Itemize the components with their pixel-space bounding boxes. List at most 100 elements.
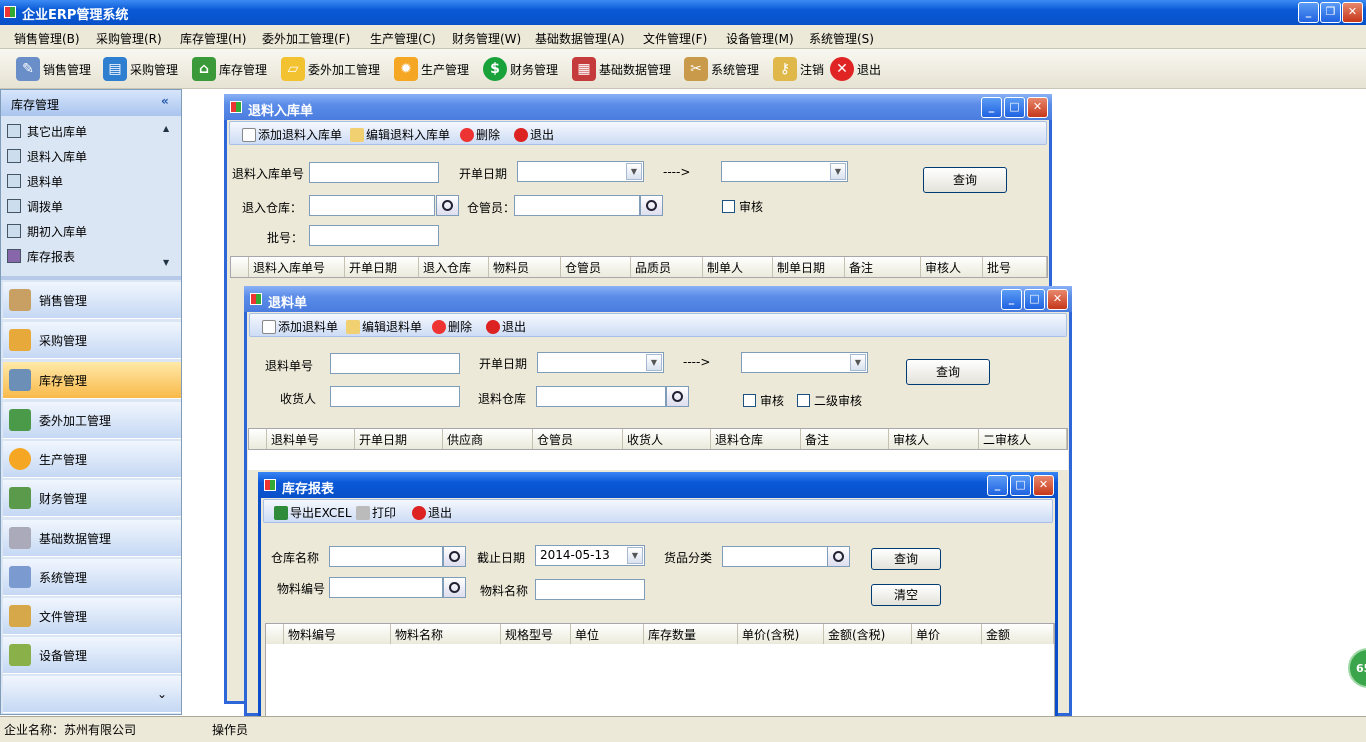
toolbar-logout-button[interactable]: ⚷ 注销: [773, 55, 824, 83]
receiver-input[interactable]: [330, 386, 460, 407]
column-header[interactable]: 审核人: [921, 257, 983, 277]
material-code-input[interactable]: [329, 577, 443, 598]
toolbar-purchase-button[interactable]: ▤ 采购管理: [103, 55, 178, 83]
return-no-input[interactable]: [330, 353, 460, 374]
sidebar-item-inventory-report[interactable]: 库存报表: [7, 245, 75, 267]
toolbar-inventory-button[interactable]: ⌂ 库存管理: [192, 55, 267, 83]
close-button[interactable]: ✕: [1033, 475, 1054, 496]
second-audit-checkbox[interactable]: 二级审核: [797, 392, 862, 409]
column-header[interactable]: 仓管员: [533, 429, 623, 449]
category-input[interactable]: [722, 546, 828, 567]
column-header[interactable]: 库存数量: [644, 624, 738, 644]
print-button[interactable]: 打印: [356, 504, 396, 521]
column-header[interactable]: 制单日期: [773, 257, 845, 277]
menu-equipment[interactable]: 设备管理(M): [726, 30, 794, 47]
toolbar-basic-data-button[interactable]: ▦ 基础数据管理: [572, 55, 671, 83]
export-excel-button[interactable]: 导出EXCEL: [274, 504, 352, 521]
warehouse-input[interactable]: [536, 386, 666, 407]
warehouse-search-button[interactable]: [666, 386, 689, 407]
nav-inventory[interactable]: 库存管理: [3, 362, 181, 399]
date-to-select[interactable]: ▼: [741, 352, 868, 373]
sidebar-item-opening-inbound[interactable]: 期初入库单: [7, 220, 87, 242]
toolbar-system-button[interactable]: ✂ 系统管理: [684, 55, 759, 83]
column-header[interactable]: 金额(含税): [824, 624, 912, 644]
date-from-select[interactable]: ▼: [517, 161, 644, 182]
column-header[interactable]: 金额: [982, 624, 1054, 644]
column-header[interactable]: 备注: [801, 429, 889, 449]
cutoff-date-picker[interactable]: 2014-05-13 ▼: [535, 545, 645, 566]
column-header[interactable]: 物料员: [489, 257, 561, 277]
toolbar-finance-button[interactable]: $ 财务管理: [483, 55, 558, 83]
nav-files[interactable]: 文件管理: [3, 598, 181, 635]
menu-basic-data[interactable]: 基础数据管理(A): [535, 30, 625, 47]
column-header[interactable]: 单价(含税): [738, 624, 824, 644]
splitter[interactable]: [1, 276, 181, 280]
delete-button[interactable]: 删除: [432, 318, 472, 335]
edit-return-button[interactable]: 编辑退料单: [346, 318, 422, 335]
menu-production[interactable]: 生产管理(C): [370, 30, 436, 47]
toolbar-sales-button[interactable]: ✎ 销售管理: [16, 55, 91, 83]
floating-badge[interactable]: 65: [1348, 648, 1366, 688]
menu-inventory[interactable]: 库存管理(H): [180, 30, 246, 47]
category-search-button[interactable]: [827, 546, 850, 567]
column-header[interactable]: 退料仓库: [711, 429, 801, 449]
warehouse-name-input[interactable]: [329, 546, 443, 567]
nav-basic-data[interactable]: 基础数据管理: [3, 520, 181, 557]
delete-button[interactable]: 删除: [460, 126, 500, 143]
add-return-button[interactable]: 添加退料单: [262, 318, 338, 335]
minimize-button[interactable]: _: [1298, 2, 1319, 23]
maximize-button[interactable]: □: [1004, 97, 1025, 118]
nav-outsourcing[interactable]: 委外加工管理: [3, 402, 181, 439]
menu-files[interactable]: 文件管理(F): [643, 30, 707, 47]
keeper-search-button[interactable]: [640, 195, 663, 216]
clear-button[interactable]: 清空: [871, 584, 941, 606]
sidebar-item-return-inbound[interactable]: 退料入库单: [7, 145, 87, 167]
exit-button[interactable]: 退出: [486, 318, 526, 335]
material-code-search-button[interactable]: [443, 577, 466, 598]
warehouse-input[interactable]: [309, 195, 435, 216]
column-header[interactable]: 备注: [845, 257, 921, 277]
menu-sales[interactable]: 销售管理(B): [14, 30, 80, 47]
menu-purchase[interactable]: 采购管理(R): [96, 30, 162, 47]
column-header[interactable]: 制单人: [703, 257, 773, 277]
nav-purchase[interactable]: 采购管理: [3, 322, 181, 359]
menu-outsourcing[interactable]: 委外加工管理(F): [262, 30, 350, 47]
close-button[interactable]: ✕: [1047, 289, 1068, 310]
batch-input[interactable]: [309, 225, 439, 246]
column-header[interactable]: 物料编号: [284, 624, 391, 644]
toolbar-exit-button[interactable]: ✕ 退出: [830, 55, 881, 83]
exit-button[interactable]: 退出: [514, 126, 554, 143]
close-button[interactable]: ✕: [1342, 2, 1363, 23]
sidebar-item-other-outbound[interactable]: 其它出库单: [7, 120, 87, 142]
column-header[interactable]: 仓管员: [561, 257, 631, 277]
column-header[interactable]: 退料单号: [267, 429, 355, 449]
warehouse-search-button[interactable]: [443, 546, 466, 567]
column-header[interactable]: 退入仓库: [419, 257, 489, 277]
edit-return-inbound-button[interactable]: 编辑退料入库单: [350, 126, 450, 143]
exit-button[interactable]: 退出: [412, 504, 452, 521]
column-header[interactable]: 审核人: [889, 429, 979, 449]
maximize-button[interactable]: □: [1024, 289, 1045, 310]
column-header[interactable]: 供应商: [443, 429, 533, 449]
query-button[interactable]: 查询: [871, 548, 941, 570]
nav-system[interactable]: 系统管理: [3, 559, 181, 596]
toolbar-outsourcing-button[interactable]: ▱ 委外加工管理: [281, 55, 380, 83]
minimize-button[interactable]: _: [1001, 289, 1022, 310]
collapse-button[interactable]: «: [161, 94, 169, 108]
return-inbound-no-input[interactable]: [309, 162, 439, 183]
column-header[interactable]: 二审核人: [979, 429, 1067, 449]
add-return-inbound-button[interactable]: 添加退料入库单: [242, 126, 342, 143]
nav-sales[interactable]: 销售管理: [3, 282, 181, 319]
column-header[interactable]: 批号: [983, 257, 1047, 277]
column-header[interactable]: 收货人: [623, 429, 711, 449]
column-header[interactable]: 规格型号: [501, 624, 571, 644]
keeper-input[interactable]: [514, 195, 640, 216]
maximize-button[interactable]: □: [1010, 475, 1031, 496]
column-header[interactable]: 开单日期: [355, 429, 443, 449]
nav-more-button[interactable]: ⌄: [3, 676, 181, 713]
material-name-input[interactable]: [535, 579, 645, 600]
nav-production[interactable]: 生产管理: [3, 441, 181, 478]
nav-equipment[interactable]: 设备管理: [3, 637, 181, 674]
scroll-down-icon[interactable]: ▼: [163, 258, 169, 267]
sidebar-item-return[interactable]: 退料单: [7, 170, 63, 192]
